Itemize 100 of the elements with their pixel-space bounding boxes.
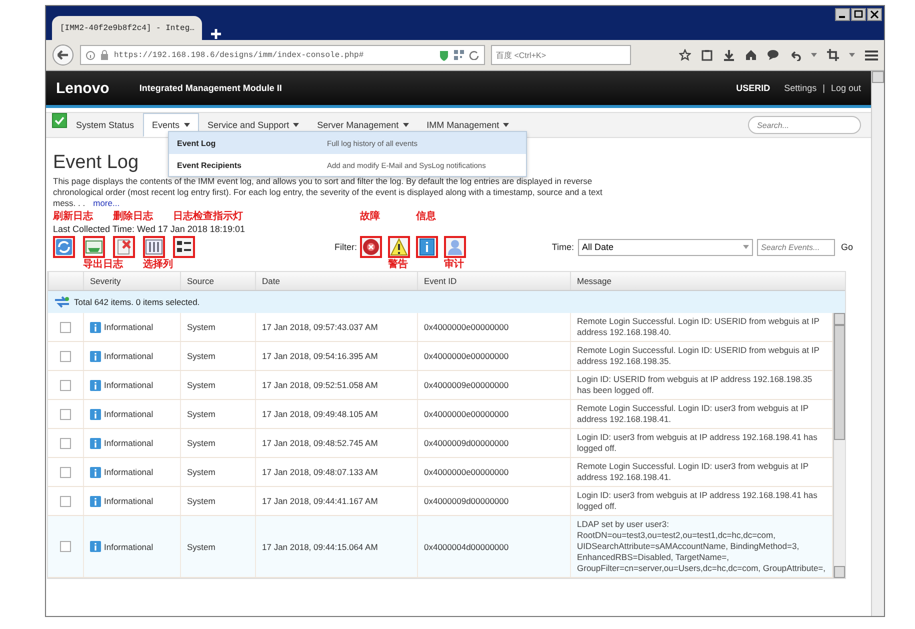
- annotation-label: 日志检查指示灯: [173, 211, 243, 223]
- columns-icon: [145, 238, 163, 256]
- severity-text: Informational: [104, 380, 154, 390]
- error-icon: [362, 238, 380, 256]
- toolbar-button[interactable]: [388, 236, 410, 258]
- shield-icon: [439, 50, 449, 60]
- table-cell: 17 Jan 2018, 09:52:51.058 AM: [255, 371, 417, 399]
- caret-icon: [402, 123, 409, 127]
- table-cell: 17 Jan 2018, 09:44:41.167 AM: [255, 487, 417, 515]
- row-checkbox[interactable]: [60, 438, 71, 448]
- toolbar-button[interactable]: [143, 236, 165, 258]
- table-cell: 17 Jan 2018, 09:48:07.133 AM: [255, 458, 417, 486]
- severity-text: Informational: [104, 496, 154, 506]
- column-header[interactable]: Severity: [83, 272, 180, 290]
- severity-text: Informational: [104, 322, 154, 332]
- table-cell: 17 Jan 2018, 09:57:43.037 AM: [255, 313, 417, 341]
- toolbar-button[interactable]: [416, 236, 438, 258]
- product-title: Integrated Management Module II: [139, 83, 283, 93]
- page-scrollbar[interactable]: [871, 71, 884, 616]
- more-link[interactable]: more...: [93, 198, 120, 208]
- star-icon[interactable]: [679, 49, 691, 61]
- brand-logo: Lenovo: [56, 80, 110, 96]
- filter-label: Filter:: [334, 242, 357, 252]
- caret-icon: [293, 123, 300, 127]
- browser-tab[interactable]: [IMM2-40f2e9b8f2c4] - Integ…: [52, 16, 202, 40]
- check-icon[interactable]: [52, 113, 67, 128]
- table-scrollbar[interactable]: [833, 313, 845, 578]
- table-cell: 0x4000000e00000000: [417, 458, 570, 486]
- last-collected-time: Last Collected Time: Wed 17 Jan 2018 18:19:01: [53, 224, 246, 234]
- row-checkbox[interactable]: [60, 322, 71, 332]
- go-button[interactable]: Go: [840, 242, 853, 252]
- info-icon: [90, 438, 101, 448]
- time-dropdown[interactable]: All Date: [578, 238, 753, 256]
- refresh-icon[interactable]: [54, 296, 70, 308]
- annotation-label: 删除日志: [113, 211, 153, 223]
- nav-menu-item[interactable]: System Status: [67, 113, 144, 137]
- table-cell: 0x4000000e00000000: [417, 342, 570, 370]
- column-header[interactable]: Message: [570, 272, 833, 290]
- time-label: Time:: [552, 242, 574, 252]
- column-header[interactable]: Source: [180, 272, 255, 290]
- search-field[interactable]: 百度 <Ctrl+K>: [491, 45, 631, 65]
- clipboard-icon[interactable]: [701, 49, 713, 61]
- table-cell: System: [180, 342, 255, 370]
- crop-icon[interactable]: [827, 49, 839, 61]
- delete-icon: [115, 238, 133, 256]
- search-field[interactable]: Search...: [748, 116, 861, 134]
- settings-link[interactable]: Settings: [784, 83, 817, 93]
- row-checkbox[interactable]: [60, 380, 71, 390]
- toolbar-button[interactable]: [360, 236, 382, 258]
- severity-text: Informational: [104, 351, 154, 361]
- table-cell: 17 Jan 2018, 09:49:48.105 AM: [255, 400, 417, 428]
- undo-icon[interactable]: [789, 49, 801, 61]
- annotation-label: 刷新日志: [53, 211, 93, 223]
- download-icon[interactable]: [723, 49, 735, 61]
- minimize-icon[interactable]: [835, 8, 850, 21]
- row-checkbox[interactable]: [60, 541, 71, 552]
- plus-icon[interactable]: [210, 28, 222, 40]
- info-icon: [418, 238, 436, 256]
- annotation-label: 故障: [360, 211, 380, 223]
- search-field[interactable]: Search Events...: [756, 238, 835, 256]
- user-name: USERID: [736, 83, 770, 93]
- table-cell: System: [180, 516, 255, 577]
- table-cell: 0x4000000e00000000: [417, 400, 570, 428]
- menu-icon[interactable]: [865, 50, 878, 60]
- column-header[interactable]: Event ID: [417, 272, 570, 290]
- table-cell: 17 Jan 2018, 09:48:52.745 AM: [255, 429, 417, 457]
- caret-icon: [742, 245, 749, 249]
- home-icon[interactable]: [745, 49, 757, 61]
- info-icon: [90, 541, 101, 552]
- row-checkbox[interactable]: [60, 350, 71, 362]
- caret-icon[interactable]: [849, 53, 855, 57]
- row-checkbox[interactable]: [60, 408, 71, 420]
- page-description: This page displays the contents of the IMM event log, and allows you to sort and filter the log. By default the log entries are displayed in reverse chronological order (most recent log entry first). For each log entry, the severity of the event is displayed along with a timestamp, source and a text mess. . . more...: [53, 176, 604, 209]
- row-checkbox[interactable]: [60, 496, 71, 506]
- logout-link[interactable]: Log out: [830, 83, 861, 93]
- table-cell: System: [180, 400, 255, 428]
- annotation-label: 选择列: [143, 259, 173, 271]
- column-header[interactable]: Date: [255, 272, 417, 290]
- reload-icon[interactable]: [469, 50, 479, 60]
- caret-icon: [184, 123, 190, 127]
- chat-icon[interactable]: [767, 49, 779, 61]
- menu-item-label: Event Log: [177, 138, 217, 148]
- separator: |: [822, 83, 825, 93]
- address-bar[interactable]: https://192.168.198.6/designs/imm/index-console.php#: [80, 45, 485, 65]
- severity-text: Informational: [104, 409, 154, 419]
- severity-text: Informational: [104, 467, 154, 477]
- close-icon[interactable]: [867, 8, 882, 21]
- caret-icon[interactable]: [811, 53, 817, 57]
- row-checkbox[interactable]: [60, 466, 71, 478]
- table-cell: System: [180, 313, 255, 341]
- table-cell: 0x4000009d00000000: [417, 429, 570, 457]
- table-cell: 0x4000009d00000000: [417, 487, 570, 515]
- table-cell: System: [180, 371, 255, 399]
- maximize-icon[interactable]: [851, 8, 866, 21]
- caret-icon: [503, 123, 510, 127]
- page-title: Event Log: [53, 152, 139, 174]
- toolbar-button[interactable]: [173, 236, 195, 258]
- qr-code-icon[interactable]: [454, 50, 464, 60]
- lock-icon: [100, 50, 109, 60]
- refresh-icon: [55, 238, 73, 256]
